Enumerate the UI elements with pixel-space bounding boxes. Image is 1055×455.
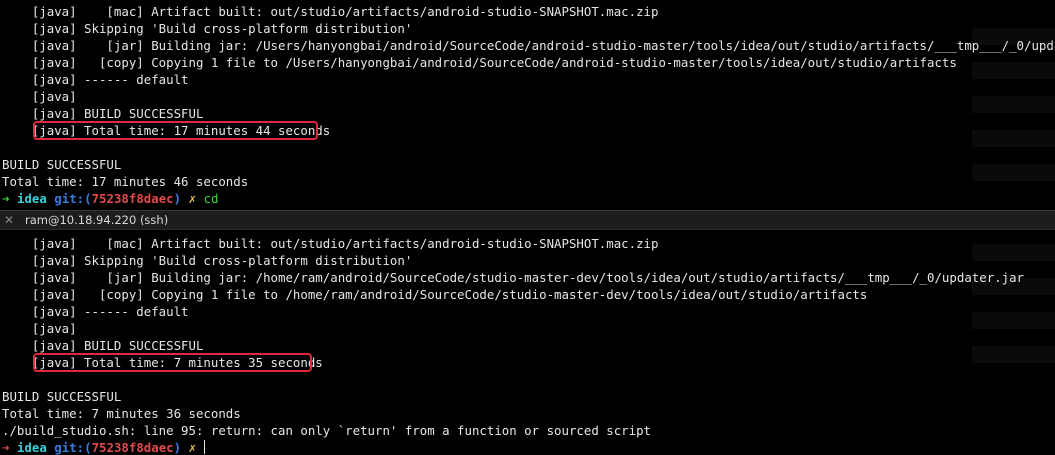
pane-title-bar[interactable]: ✕ ram@10.18.94.220 (ssh) — [0, 210, 1055, 230]
background-stripe — [972, 62, 1055, 79]
prompt-git-close: ) — [173, 191, 182, 206]
highlight-box — [33, 353, 312, 372]
prompt-dirty-icon: ✗ — [188, 440, 197, 455]
error-line: ./build_studio.sh: line 95: return: can … — [2, 423, 652, 438]
output-line: [java] — [2, 89, 77, 104]
output-line: [java] — [2, 321, 77, 336]
terminal-window: [java] [mac] Artifact built: out/studio/… — [0, 0, 1055, 455]
output-line: [java] Skipping 'Build cross-platform di… — [2, 253, 413, 268]
output-line: [java] BUILD SUCCESSFUL — [2, 338, 204, 353]
prompt-git-close: ) — [173, 440, 182, 455]
prompt-directory: idea — [16, 191, 47, 206]
output-line: [java] ------ default — [2, 304, 189, 319]
prompt-dirty-icon: ✗ — [188, 191, 197, 206]
total-time-summary-line: Total time: 7 minutes 36 seconds — [2, 406, 241, 421]
total-time-summary-line: Total time: 17 minutes 46 seconds — [2, 174, 249, 189]
close-icon[interactable]: ✕ — [4, 213, 14, 228]
terminal-pane-ssh[interactable]: [java] [mac] Artifact built: out/studio/… — [0, 230, 1055, 455]
shell-prompt[interactable]: ➜ idea git:(75238f8daec) ✗ — [2, 439, 205, 455]
output-line: [java] Skipping 'Build cross-platform di… — [2, 21, 413, 36]
output-line: [java] [mac] Artifact built: out/studio/… — [2, 236, 659, 251]
background-stripe — [972, 130, 1055, 147]
prompt-git-label: git:( — [54, 191, 92, 206]
output-line: [java] [copy] Copying 1 file to /home/ra… — [2, 287, 868, 302]
prompt-directory: idea — [16, 440, 47, 455]
output-line: [java] BUILD SUCCESSFUL — [2, 106, 204, 121]
background-stripe — [972, 244, 1055, 261]
prompt-git-branch: 75238f8daec — [91, 440, 174, 455]
output-line: [java] ------ default — [2, 72, 189, 87]
prompt-git-branch: 75238f8daec — [91, 191, 174, 206]
prompt-git-label: git:( — [54, 440, 92, 455]
background-stripe — [972, 312, 1055, 329]
highlight-box — [33, 121, 318, 140]
output-line: [java] [copy] Copying 1 file to /Users/h… — [2, 55, 957, 70]
text-cursor — [203, 440, 205, 454]
output-line: [java] [jar] Building jar: /home/ram/and… — [2, 270, 1024, 285]
background-stripe — [972, 96, 1055, 113]
background-stripe — [972, 164, 1055, 181]
pane-title: ram@10.18.94.220 (ssh) — [25, 213, 169, 227]
shell-prompt: ➜ idea git:(75238f8daec) ✗ cd — [2, 190, 218, 207]
terminal-pane-local[interactable]: [java] [mac] Artifact built: out/studio/… — [0, 0, 1055, 211]
output-line: [java] [mac] Artifact built: out/studio/… — [2, 4, 659, 19]
build-status-line: BUILD SUCCESSFUL — [2, 157, 122, 172]
background-stripe — [972, 346, 1055, 363]
prompt-command: cd — [203, 191, 219, 206]
build-status-line: BUILD SUCCESSFUL — [2, 389, 122, 404]
output-line: [java] [jar] Building jar: /Users/hanyon… — [2, 38, 1055, 53]
